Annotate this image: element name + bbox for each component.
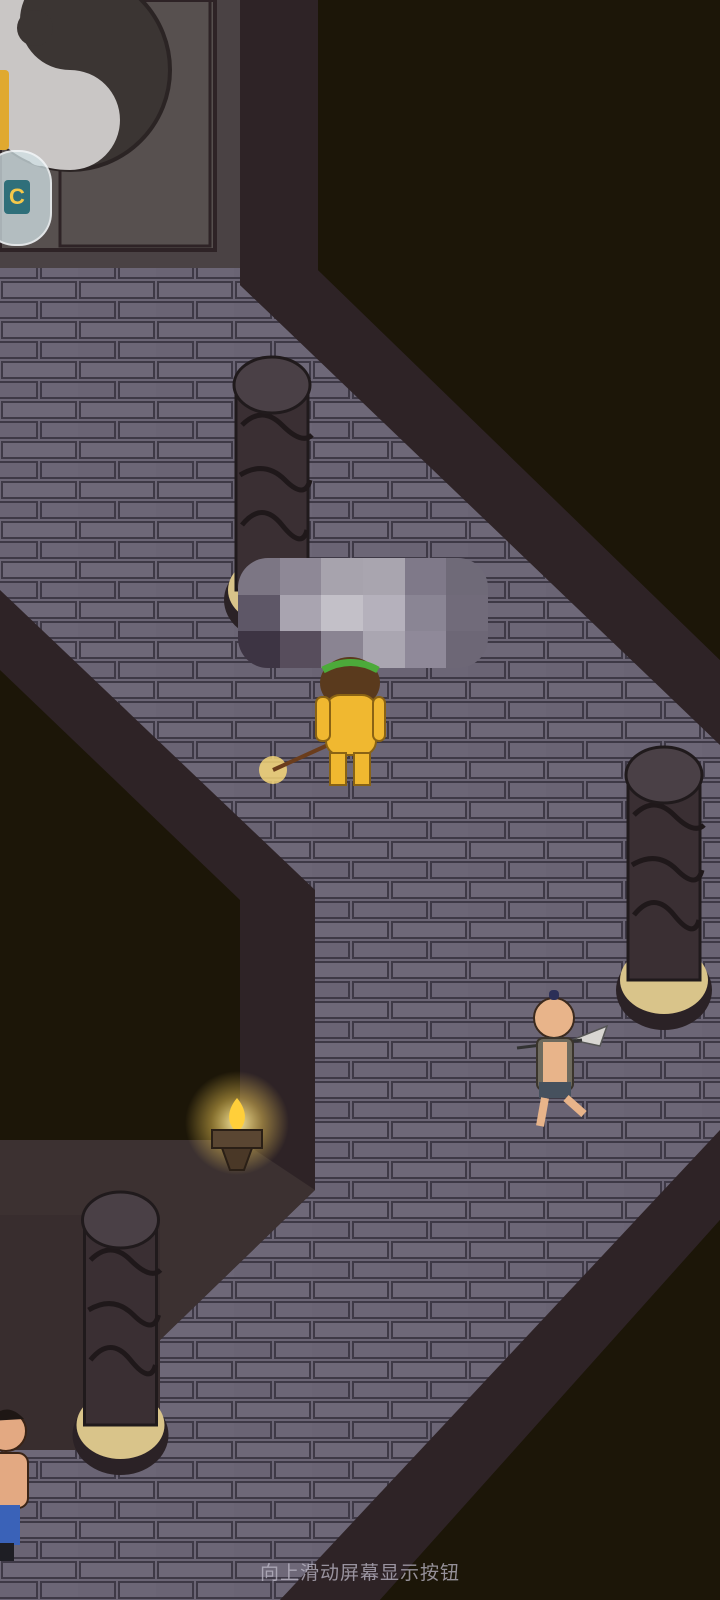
bandit-npc[interactable] — [512, 988, 612, 1138]
wall-torch — [185, 1071, 289, 1175]
game-scene[interactable]: C 向上滑动屏幕显示按钮 — [0, 0, 720, 1600]
gold-edge-tab[interactable] — [0, 70, 9, 150]
player-character[interactable] — [248, 655, 398, 795]
treasure-icon: C — [4, 180, 30, 214]
pillar — [72, 1190, 169, 1475]
shirtless-npc[interactable] — [0, 1405, 47, 1575]
swipe-up-hint: 向上滑动屏幕显示按钮 — [259, 1563, 460, 1584]
pillar — [616, 745, 712, 1030]
side-treasure-button[interactable]: C — [0, 150, 52, 246]
pixelated-mosaic — [238, 558, 488, 668]
